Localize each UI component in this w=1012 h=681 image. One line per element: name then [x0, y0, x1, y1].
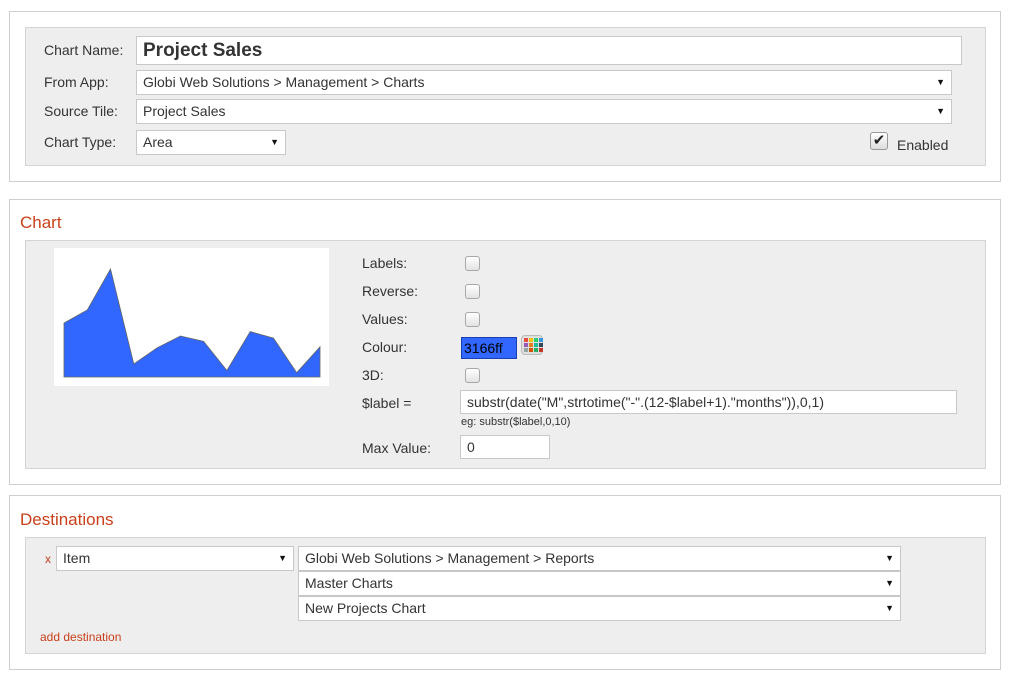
destination-app-select[interactable]: Globi Web Solutions > Management > Repor…	[298, 546, 901, 571]
threed-checkbox[interactable]	[465, 368, 480, 383]
label-expression-label: $label =	[362, 395, 412, 411]
chevron-down-icon: ▼	[885, 578, 894, 588]
chart-type-value: Area	[143, 134, 173, 150]
chevron-down-icon: ▼	[936, 77, 945, 87]
chevron-down-icon: ▼	[278, 553, 287, 563]
chevron-down-icon: ▼	[885, 603, 894, 613]
add-destination-link[interactable]: add destination	[40, 630, 121, 644]
max-value-input[interactable]: 0	[460, 435, 550, 459]
colour-label: Colour:	[362, 339, 408, 355]
chart-type-label: Chart Type:	[44, 134, 117, 150]
chevron-down-icon: ▼	[270, 137, 279, 147]
chart-settings-card: Chart Name: Project Sales From App: Glob…	[9, 11, 1001, 182]
destination-chart-value: New Projects Chart	[305, 600, 426, 616]
chart-section-title: Chart	[20, 213, 62, 232]
destination-type-select[interactable]: Item ▼	[56, 546, 294, 571]
threed-label: 3D:	[362, 367, 384, 383]
reverse-label: Reverse:	[362, 283, 419, 299]
from-app-select[interactable]: Globi Web Solutions > Management > Chart…	[136, 70, 952, 95]
colour-picker-icon[interactable]	[521, 335, 543, 355]
destination-type-value: Item	[63, 550, 91, 566]
chart-area-fill	[63, 267, 321, 378]
label-expression-hint: eg: substr($label,0,10)	[461, 416, 571, 428]
destination-app-value: Globi Web Solutions > Management > Repor…	[305, 550, 595, 566]
chart-type-select[interactable]: Area ▼	[136, 130, 286, 155]
chart-name-input[interactable]: Project Sales	[136, 36, 962, 65]
enabled-label: Enabled	[897, 137, 949, 153]
chevron-down-icon: ▼	[936, 106, 945, 116]
chart-options-panel: Labels: Reverse: Values: Colour: 3166ff …	[25, 240, 986, 469]
reverse-checkbox[interactable]	[465, 284, 480, 299]
colour-input[interactable]: 3166ff	[461, 337, 517, 359]
remove-destination-icon[interactable]: x	[45, 552, 51, 566]
values-label: Values:	[362, 311, 408, 327]
source-tile-select[interactable]: Project Sales ▼	[136, 99, 952, 124]
labels-checkbox[interactable]	[465, 256, 480, 271]
max-value-label: Max Value:	[362, 440, 431, 456]
chart-preview	[54, 248, 329, 386]
chart-card: Chart Labels: Reverse: Values: Colour: 3…	[9, 199, 1001, 485]
values-checkbox[interactable]	[465, 312, 480, 327]
destinations-card: Destinations x Item ▼ Globi Web Solution…	[9, 495, 1001, 670]
chevron-down-icon: ▼	[885, 553, 894, 563]
chart-name-label: Chart Name:	[44, 42, 124, 58]
labels-label: Labels:	[362, 255, 408, 271]
checkmark-icon: ✔	[872, 132, 886, 149]
source-tile-value: Project Sales	[143, 103, 226, 119]
destinations-section-title: Destinations	[20, 510, 114, 529]
from-app-label: From App:	[44, 74, 109, 90]
chart-settings-panel: Chart Name: Project Sales From App: Glob…	[25, 27, 986, 166]
destinations-panel: x Item ▼ Globi Web Solutions > Managemen…	[25, 537, 986, 654]
area-chart	[63, 267, 321, 378]
destination-folder-value: Master Charts	[305, 575, 393, 591]
source-tile-label: Source Tile:	[44, 103, 118, 119]
enabled-checkbox[interactable]: ✔	[870, 132, 888, 150]
label-expression-input[interactable]: substr(date("M",strtotime("-".(12-$label…	[460, 390, 957, 414]
destination-chart-select[interactable]: New Projects Chart ▼	[298, 596, 901, 621]
destination-folder-select[interactable]: Master Charts ▼	[298, 571, 901, 596]
from-app-value: Globi Web Solutions > Management > Chart…	[143, 74, 425, 90]
